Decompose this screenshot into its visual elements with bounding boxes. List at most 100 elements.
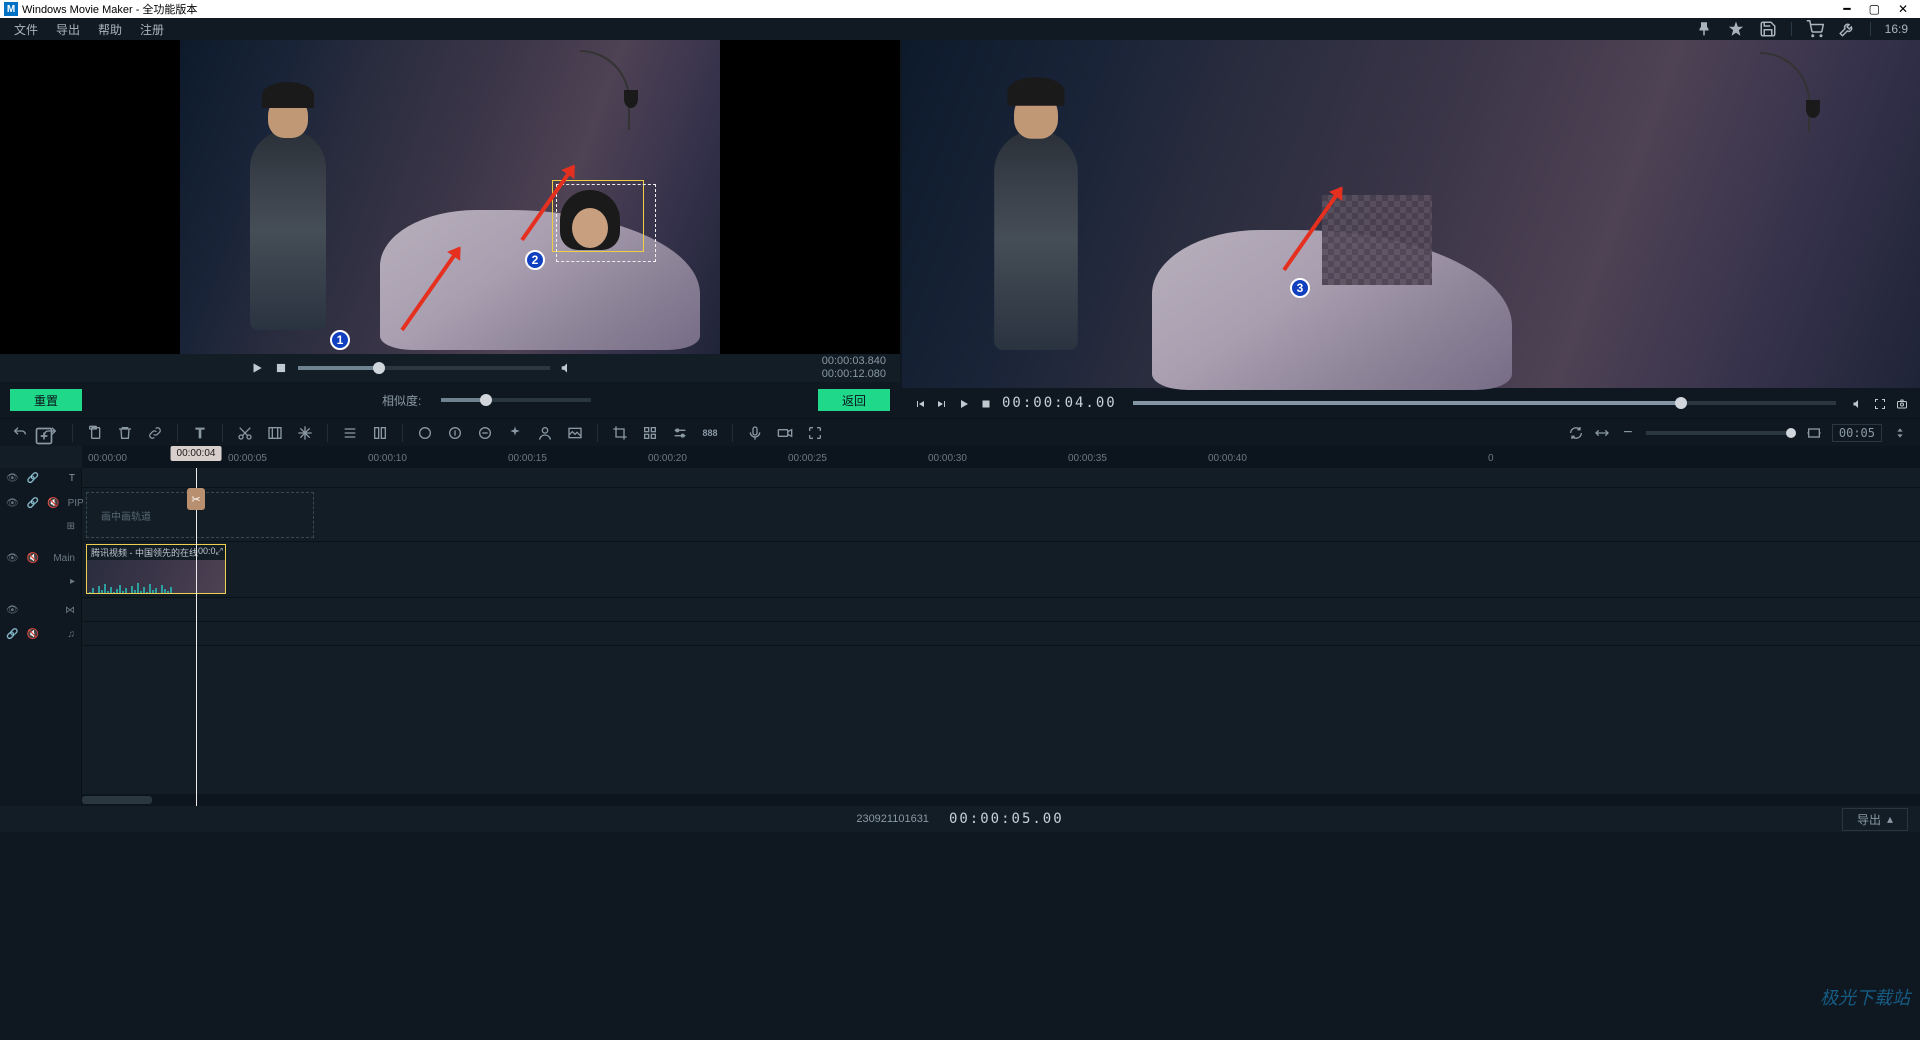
- reset-button[interactable]: 重置: [10, 389, 82, 411]
- snapshot-icon[interactable]: [1896, 397, 1908, 409]
- columns-icon[interactable]: [372, 425, 388, 441]
- stop-button[interactable]: [980, 397, 992, 409]
- menu-help[interactable]: 帮助: [98, 21, 122, 38]
- fullscreen-icon[interactable]: [1874, 397, 1886, 409]
- save-icon[interactable]: [1759, 20, 1777, 38]
- timeline-ruler[interactable]: 00:00:00 00:00:05 00:00:10 00:00:15 00:0…: [82, 446, 1920, 468]
- play-button[interactable]: [958, 397, 970, 409]
- timeline-horizontal-scrollbar[interactable]: [82, 794, 1920, 806]
- adjustments-icon[interactable]: [672, 425, 688, 441]
- ruler-tick: 00:00:35: [1068, 453, 1107, 464]
- eye-icon[interactable]: 👁: [6, 605, 19, 616]
- refresh-icon[interactable]: [1568, 425, 1584, 441]
- picture-icon[interactable]: [567, 425, 583, 441]
- link-icon[interactable]: [147, 425, 163, 441]
- lock-icon[interactable]: 🔗: [6, 629, 18, 640]
- next-frame-button[interactable]: [936, 397, 948, 409]
- ruler-tick: 00:00:20: [648, 453, 687, 464]
- lock-icon[interactable]: 🔗: [27, 498, 39, 509]
- source-time-total: 00:00:12.080: [822, 368, 886, 381]
- fit-screen-icon[interactable]: [1806, 425, 1822, 441]
- minimize-button[interactable]: ━: [1843, 2, 1850, 16]
- clip-expand-icon[interactable]: ⤢: [216, 546, 223, 559]
- watermark: 极光下载站: [1820, 984, 1910, 1010]
- source-video-frame[interactable]: 1 2: [0, 40, 900, 354]
- eye-icon[interactable]: 👁: [6, 498, 19, 509]
- trash-icon[interactable]: [117, 425, 133, 441]
- track-area[interactable]: 画中画轨道 腾讯视频 - 中国领先的在线 00:0 ⤢: [82, 468, 1920, 806]
- source-seek-slider[interactable]: [298, 366, 550, 370]
- menu-register[interactable]: 注册: [140, 21, 164, 38]
- lock-icon[interactable]: 🔗: [27, 473, 39, 484]
- close-button[interactable]: ✕: [1898, 2, 1908, 16]
- crop-icon[interactable]: [612, 425, 628, 441]
- music-note-icon[interactable]: ♫: [68, 629, 76, 640]
- mute-icon[interactable]: 🔇: [26, 629, 38, 640]
- menu-file[interactable]: 文件: [14, 21, 38, 38]
- list-icon[interactable]: [342, 425, 358, 441]
- camera-icon[interactable]: [777, 425, 793, 441]
- bowtie-icon[interactable]: ⋈: [65, 605, 75, 616]
- play-button[interactable]: [250, 361, 264, 375]
- back-button[interactable]: 返回: [818, 389, 890, 411]
- audio-track-header: 🔗 🔇 ♫: [0, 622, 81, 646]
- pip-track[interactable]: 画中画轨道: [82, 488, 1920, 542]
- volume-icon[interactable]: [1852, 397, 1864, 409]
- text-icon[interactable]: [192, 425, 208, 441]
- pin-icon[interactable]: [1695, 20, 1713, 38]
- output-video-frame[interactable]: 3: [902, 40, 1920, 388]
- menu-export[interactable]: 导出: [56, 21, 80, 38]
- playhead-scissors-icon[interactable]: ✂: [187, 488, 205, 510]
- aspect-ratio-label[interactable]: 16:9: [1885, 20, 1908, 38]
- snowflake-icon[interactable]: [297, 425, 313, 441]
- eye-icon[interactable]: 👁: [6, 473, 19, 484]
- stepper-icon[interactable]: [1892, 425, 1908, 441]
- maximize-button[interactable]: ▢: [1869, 2, 1880, 16]
- cart-icon[interactable]: [1806, 20, 1824, 38]
- film-icon[interactable]: [267, 425, 283, 441]
- play-small-icon[interactable]: ▸: [70, 576, 75, 587]
- fit-icon[interactable]: [1594, 425, 1610, 441]
- zoom-out-icon[interactable]: −: [1620, 425, 1636, 441]
- zoom-slider[interactable]: [1646, 431, 1796, 435]
- star-icon[interactable]: [1727, 20, 1745, 38]
- mute-icon[interactable]: 🔇: [47, 498, 59, 509]
- add-track-button[interactable]: [34, 426, 54, 446]
- export-button[interactable]: 导出 ▴: [1842, 808, 1908, 831]
- sparkle-icon[interactable]: [507, 425, 523, 441]
- cut-icon[interactable]: [237, 425, 253, 441]
- window-title: Windows Movie Maker - 全功能版本: [22, 1, 197, 17]
- circle3-icon[interactable]: [477, 425, 493, 441]
- mute-icon[interactable]: 🔇: [27, 553, 39, 564]
- link-track[interactable]: [82, 598, 1920, 622]
- similarity-slider[interactable]: [441, 398, 591, 402]
- grid-icon[interactable]: [642, 425, 658, 441]
- circle1-icon[interactable]: [417, 425, 433, 441]
- color-icon[interactable]: 888: [702, 425, 718, 441]
- person-icon[interactable]: [537, 425, 553, 441]
- zoom-value[interactable]: 00:05: [1832, 424, 1882, 442]
- main-track[interactable]: 腾讯视频 - 中国领先的在线 00:0 ⤢: [82, 542, 1920, 598]
- volume-icon[interactable]: [560, 361, 574, 375]
- undo-icon[interactable]: [12, 425, 28, 441]
- annotation-badge-1: 1: [330, 330, 350, 350]
- clipboard-icon[interactable]: [87, 425, 103, 441]
- source-time-current: 00:00:03.840: [822, 355, 886, 368]
- audio-track[interactable]: [82, 622, 1920, 646]
- stop-button[interactable]: [274, 361, 288, 375]
- playhead-line[interactable]: [196, 468, 197, 806]
- playhead-time-badge[interactable]: 00:00:04: [171, 446, 222, 461]
- clip-title: 腾讯视频 - 中国领先的在线: [91, 546, 198, 559]
- scrollbar-thumb[interactable]: [82, 796, 152, 804]
- eye-icon[interactable]: 👁: [6, 553, 19, 564]
- target-icon[interactable]: [807, 425, 823, 441]
- video-clip[interactable]: 腾讯视频 - 中国领先的在线 00:0 ⤢: [86, 544, 226, 594]
- wrench-icon[interactable]: [1838, 20, 1856, 38]
- selection-box-inner[interactable]: [556, 184, 656, 262]
- pip-menu-icon[interactable]: ⊞: [67, 521, 75, 532]
- output-seek-slider[interactable]: [1133, 401, 1836, 405]
- circle2-icon[interactable]: [447, 425, 463, 441]
- mic-icon[interactable]: [747, 425, 763, 441]
- prev-frame-button[interactable]: [914, 397, 926, 409]
- text-track[interactable]: [82, 468, 1920, 488]
